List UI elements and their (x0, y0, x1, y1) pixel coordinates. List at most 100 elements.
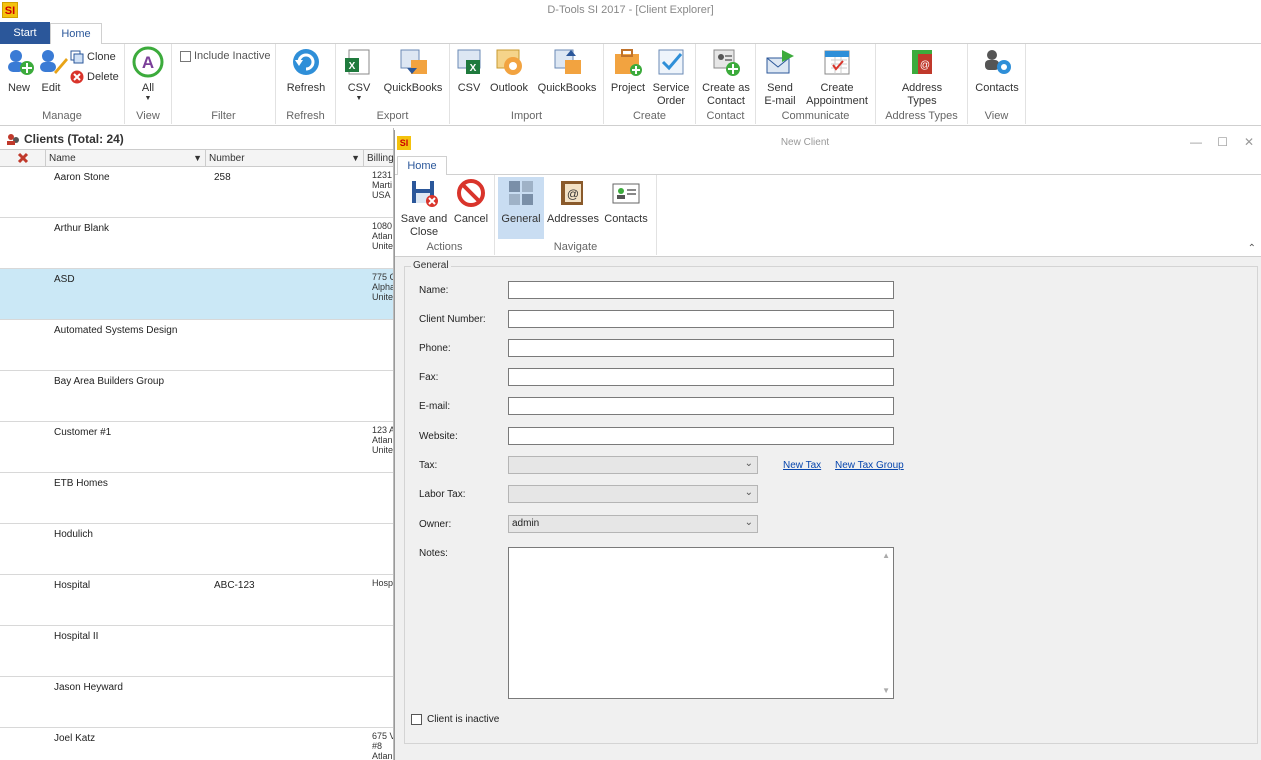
group-manage-label: Manage (42, 110, 82, 122)
scroll-down-icon[interactable]: ▼ (882, 686, 890, 695)
svg-text:@: @ (920, 60, 930, 71)
labor-tax-label: Labor Tax: (419, 489, 466, 500)
new-button[interactable]: New (4, 46, 34, 95)
edit-user-icon (36, 46, 68, 78)
table-row[interactable]: Hodulich (0, 524, 393, 575)
clone-button[interactable]: Clone (70, 50, 116, 64)
project-button[interactable]: Project (608, 46, 648, 95)
table-row[interactable]: Aaron Stone 258 1231 Marti USA (0, 167, 393, 218)
table-row[interactable]: Jason Heyward (0, 677, 393, 728)
export-csv-button[interactable]: X CSV ▼ (342, 46, 376, 103)
all-icon: A (132, 46, 164, 78)
new-label: New (7, 82, 30, 94)
contacts-nav-button[interactable]: Contacts (601, 177, 651, 226)
client-list-pane: Clients (Total: 24) Name ▼ Number ▼ Bill… (0, 128, 394, 760)
labor-tax-select[interactable]: ⌄ (508, 485, 758, 503)
send-email-button[interactable]: Send E-mail (760, 46, 800, 108)
all-button[interactable]: A All ▼ (132, 46, 164, 103)
delete-icon (70, 70, 84, 84)
group-view-label: View (136, 110, 160, 122)
name-filter-icon[interactable]: ▼ (193, 150, 202, 167)
service-order-button[interactable]: Service Order (650, 46, 692, 108)
dialog-tab-home[interactable]: Home (397, 156, 447, 176)
chevron-down-icon: ⌄ (744, 487, 753, 498)
website-input[interactable] (508, 427, 894, 445)
new-tax-group-link[interactable]: New Tax Group (835, 460, 904, 471)
table-row[interactable]: Hospital II (0, 626, 393, 677)
client-number-label: Client Number: (419, 314, 486, 325)
clear-filter-button[interactable] (0, 150, 46, 167)
refresh-button[interactable]: Refresh (286, 46, 326, 95)
include-inactive-checkbox[interactable]: Include Inactive (180, 50, 270, 62)
table-row[interactable]: Automated Systems Design (0, 320, 393, 371)
group-actions-label: Actions (426, 241, 463, 253)
cancel-button[interactable]: Cancel (453, 177, 489, 226)
table-row[interactable]: Customer #1 123 A Atlan Unite (0, 422, 393, 473)
minimize-icon[interactable]: — (1190, 135, 1202, 149)
name-input[interactable] (508, 281, 894, 299)
column-billing-header[interactable]: Billing (364, 150, 394, 167)
table-row-selected[interactable]: ASD 775 C Alpha Unite (0, 269, 393, 320)
all-label: All (141, 82, 155, 94)
include-inactive-label: Include Inactive (194, 50, 271, 62)
import-csv-button[interactable]: X CSV (454, 46, 484, 95)
column-name-header[interactable]: Name ▼ (46, 150, 206, 167)
scroll-up-icon[interactable]: ▲ (882, 551, 890, 560)
table-row[interactable]: Arthur Blank 1080 Atlan Unite (0, 218, 393, 269)
group-refresh-label: Refresh (286, 110, 325, 122)
number-filter-icon[interactable]: ▼ (351, 150, 360, 167)
addresses-nav-button[interactable]: @ Addresses (547, 177, 599, 226)
tab-home[interactable]: Home (50, 23, 102, 45)
client-name: ETB Homes (54, 478, 108, 489)
save-and-close-button[interactable]: Save and Close (399, 177, 449, 239)
column-number-label: Number (209, 153, 245, 164)
delete-button[interactable]: Delete (70, 70, 119, 84)
tax-select[interactable]: ⌄ (508, 456, 758, 474)
table-row[interactable]: Joel Katz 675 V #8 Atlan (0, 728, 393, 760)
client-billing: 1231 Marti USA (372, 170, 393, 200)
quickbooks-import-icon (551, 46, 583, 78)
tax-label: Tax: (419, 460, 438, 471)
close-icon[interactable]: ✕ (1244, 135, 1254, 149)
include-inactive-box[interactable] (180, 50, 191, 62)
owner-select[interactable]: admin ⌄ (508, 515, 758, 533)
client-billing: Hosp (372, 578, 394, 588)
import-outlook-button[interactable]: Outlook (488, 46, 530, 95)
group-export-label: Export (376, 110, 409, 122)
client-inactive-checkbox[interactable] (411, 714, 422, 725)
table-row[interactable]: ETB Homes (0, 473, 393, 524)
import-quickbooks-button[interactable]: QuickBooks (536, 46, 598, 95)
create-as-contact-button[interactable]: Create as Contact (700, 46, 752, 108)
collapse-ribbon-icon[interactable]: ⌃ (1248, 243, 1256, 254)
phone-input[interactable] (508, 339, 894, 357)
table-row[interactable]: Hospital ABC-123 Hosp (0, 575, 394, 626)
client-name: Bay Area Builders Group (54, 376, 165, 387)
quickbooks-export-icon (397, 46, 429, 78)
edit-button[interactable]: Edit (36, 46, 68, 95)
svg-text:A: A (142, 53, 154, 72)
notes-textarea[interactable]: ▲ ▼ (508, 547, 894, 699)
tab-start[interactable]: Start (0, 22, 50, 44)
client-number-input[interactable] (508, 310, 894, 328)
owner-select-value: admin (512, 518, 540, 529)
create-appointment-button[interactable]: Create Appointment (802, 46, 872, 108)
client-name: Automated Systems Design (54, 325, 178, 336)
column-billing-label: Billing (367, 153, 394, 164)
general-icon (505, 177, 537, 209)
maximize-icon[interactable]: ☐ (1217, 135, 1228, 149)
column-number-header[interactable]: Number ▼ (206, 150, 364, 167)
delete-label: Delete (87, 71, 119, 83)
send-email-label-1: Send (767, 82, 793, 94)
clone-icon (70, 50, 84, 64)
address-types-button[interactable]: @ Address Types (896, 46, 948, 108)
fax-input[interactable] (508, 368, 894, 386)
client-number: 258 (214, 172, 231, 183)
table-row[interactable]: Bay Area Builders Group (0, 371, 393, 422)
general-nav-button[interactable]: General (498, 177, 544, 239)
contacts-view-button[interactable]: Contacts (974, 46, 1020, 95)
export-quickbooks-button[interactable]: QuickBooks (382, 46, 444, 95)
send-email-icon (764, 46, 796, 78)
new-tax-link[interactable]: New Tax (783, 460, 821, 471)
email-input[interactable] (508, 397, 894, 415)
group-address-types-label: Address Types (885, 110, 958, 122)
